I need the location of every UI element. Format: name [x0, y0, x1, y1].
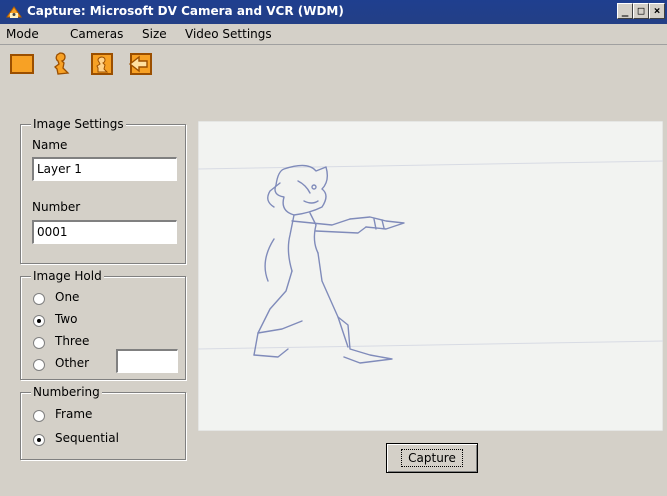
radio-two[interactable] — [33, 315, 45, 327]
name-label: Name — [32, 138, 68, 152]
number-field[interactable]: 0001 — [32, 220, 177, 244]
radio-sequential[interactable] — [33, 434, 45, 446]
menu-size[interactable]: Size — [142, 27, 167, 41]
close-button[interactable]: × — [649, 3, 665, 19]
import-arrow-icon[interactable] — [126, 51, 154, 77]
frame-icon[interactable] — [8, 51, 36, 77]
menu-mode[interactable]: Mode — [6, 27, 39, 41]
radio-sequential-label: Sequential — [55, 431, 119, 445]
radio-one-label: One — [55, 290, 80, 304]
image-hold-group: Image Hold One Two Three Other — [20, 269, 186, 380]
menu-cameras[interactable]: Cameras — [70, 27, 123, 41]
maximize-button[interactable]: □ — [633, 3, 649, 19]
radio-other[interactable] — [33, 359, 45, 371]
image-settings-legend: Image Settings — [31, 117, 126, 131]
app-icon — [6, 6, 22, 18]
radio-three-label: Three — [55, 334, 90, 348]
number-label: Number — [32, 200, 81, 214]
camera-preview — [198, 121, 663, 431]
menu-video-settings[interactable]: Video Settings — [185, 27, 272, 41]
numbering-group: Numbering Frame Sequential — [20, 385, 186, 460]
minimize-button[interactable]: _ — [617, 3, 633, 19]
window-title: Capture: Microsoft DV Camera and VCR (WD… — [27, 4, 344, 18]
capture-button[interactable]: Capture — [386, 443, 478, 473]
menu-bar: Mode Cameras Size Video Settings — [0, 24, 667, 45]
title-bar: Capture: Microsoft DV Camera and VCR (WD… — [0, 0, 667, 24]
radio-one[interactable] — [33, 293, 45, 305]
radio-other-label: Other — [55, 356, 90, 370]
capture-button-label: Capture — [401, 449, 463, 467]
image-hold-legend: Image Hold — [31, 269, 104, 283]
radio-frame-label: Frame — [55, 407, 93, 421]
toolbar — [0, 45, 667, 81]
numbering-legend: Numbering — [31, 385, 102, 399]
radio-frame[interactable] — [33, 410, 45, 422]
name-field[interactable]: Layer 1 — [32, 157, 177, 181]
image-settings-group: Image Settings Name Layer 1 Number 0001 — [20, 117, 186, 264]
other-hold-field[interactable] — [116, 349, 178, 373]
radio-two-label: Two — [55, 312, 78, 326]
radio-three[interactable] — [33, 337, 45, 349]
character-frame-icon[interactable] — [88, 51, 116, 77]
character-icon[interactable] — [48, 51, 76, 77]
